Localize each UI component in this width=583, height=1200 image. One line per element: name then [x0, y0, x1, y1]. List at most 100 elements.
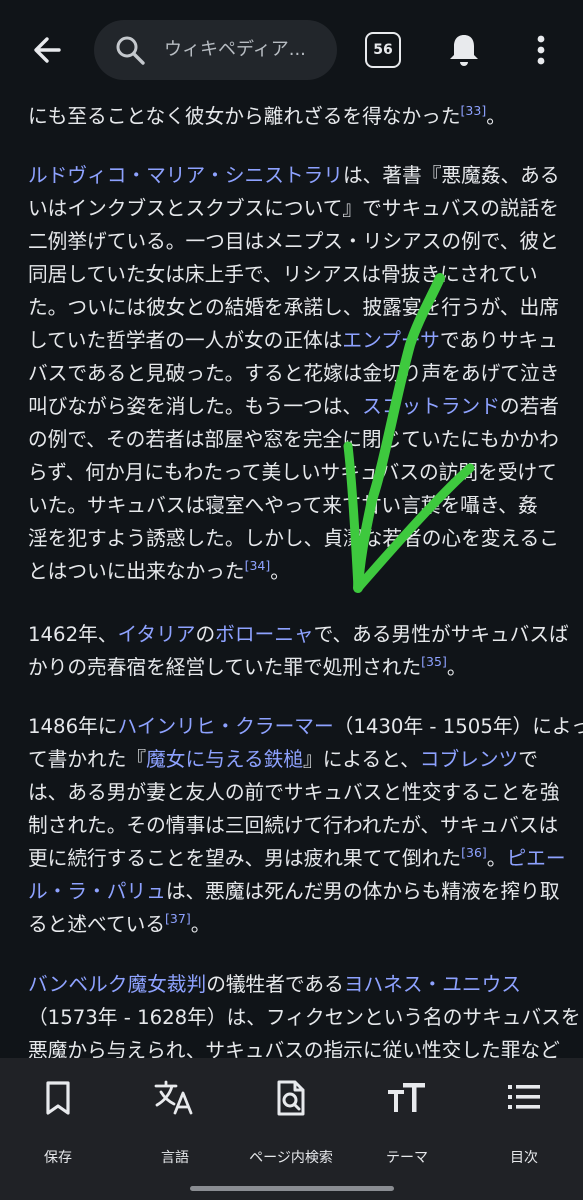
text-run: の犠牲者である	[206, 973, 344, 996]
reference-33-link[interactable]: [33]	[461, 103, 487, 118]
paragraph-bologna: 1462年、イタリアのボローニャで、ある男性がサキュバスば かりの売春宿を経営し…	[28, 618, 569, 684]
koblenz-link[interactable]: コブレンツ	[420, 748, 518, 771]
text-run: 更に続行することを望み、男は疲れ果てて倒れた	[28, 847, 462, 870]
pierre-de-la-palud-link[interactable]: ピエー	[506, 847, 565, 870]
text-run: でありサキュ	[439, 329, 558, 352]
text-run: とはついに出来なかった	[28, 560, 245, 583]
text-line: らず、何か月にもわたって美しいサキュバスの訪問を受けて	[28, 461, 557, 484]
find-in-page-label: ページ内検索	[249, 1150, 333, 1166]
search-icon	[116, 36, 145, 65]
text-run: ると述べている	[28, 913, 166, 936]
bottom-toolbar: 保存 言語 ページ内検索 テーマ 目次	[0, 1058, 583, 1200]
text-line: 1462年、イタリアのボローニャで、ある男性がサキュバスば	[28, 618, 569, 651]
reference-35-link[interactable]: [35]	[421, 654, 447, 669]
text-run: で、ある男性がサキュバスば	[313, 623, 569, 646]
bell-icon	[450, 35, 478, 66]
text-run: 叫びながら姿を消した。もう一つは、	[28, 395, 363, 418]
text-line: て書かれた『魔女に与える鉄槌』によると、コブレンツで	[28, 743, 554, 776]
text-line: ルドヴィコ・マリア・シニストラリは、著書『悪魔姦、ある	[28, 159, 560, 192]
text-run: の若者	[499, 395, 559, 418]
text-run: 。	[486, 847, 507, 870]
text-line: いた。サキュバスは寝室へやって来て甘い言葉を囁き、姦	[28, 494, 538, 517]
text-run: していた哲学者の一人が女の正体は	[28, 329, 343, 352]
search-placeholder: ウィキペディア...	[164, 39, 306, 60]
witch-trial-link[interactable]: 魔女裁判	[127, 973, 206, 996]
text-run: 1486年に	[28, 715, 118, 738]
text-run: は、著書『悪魔姦、ある	[343, 164, 560, 187]
bologna-link[interactable]: ボローニャ	[215, 623, 313, 646]
save-label: 保存	[44, 1150, 72, 1166]
text-line: 二例挙げている。一つ目はメニプス・リシアスの例で、彼と	[28, 230, 559, 253]
more-options-button[interactable]	[526, 30, 556, 70]
text-line: は、ある男が妻と友人の前でサキュバスと性交することを強	[28, 781, 560, 804]
more-vert-icon	[537, 35, 545, 65]
text-run: 。	[270, 560, 290, 583]
empusa-link[interactable]: エンプーサ	[342, 329, 439, 352]
text-run: て書かれた『	[28, 748, 147, 771]
search-bar[interactable]: ウィキペディア...	[94, 20, 337, 80]
text-line: 同居していた女は床上手で、リシアスは骨抜きにされてい	[28, 263, 538, 286]
text-line: た。ついには彼女との結婚を承諾し、披露宴を行うが、出席	[28, 296, 559, 319]
paragraph-junius: バンベルク魔女裁判の犠牲者であるヨハネス・ユニウス （1573年 - 1628年…	[28, 968, 581, 1060]
text-line: とはついに出来なかった[34]。	[28, 555, 554, 588]
text-line: 更に続行することを望み、男は疲れ果てて倒れた[36]。ピエー	[28, 842, 566, 875]
text-line: ると述べている[37]。	[28, 908, 554, 941]
text-line: 悪魔から与えられ、サキュバスの指示に従い性交した罪など	[28, 1039, 560, 1060]
find-in-page-button[interactable]: ページ内検索	[236, 1076, 346, 1176]
text-line: 制された。その情事は三回続けて行われたが、サキュバスは	[28, 814, 559, 837]
italy-link[interactable]: イタリア	[117, 623, 195, 646]
language-button[interactable]: 言語	[120, 1076, 230, 1176]
scotland-link[interactable]: スコットランド	[362, 395, 500, 418]
text-line: 1486年にハインリヒ・クラーマー（1430年 - 1505年）によっ	[28, 710, 583, 743]
text-run: 。	[486, 105, 506, 128]
text-run: で	[518, 748, 538, 771]
text-line: ル・ラ・パリュは、悪魔は死んだ男の体からも精液を搾り取	[28, 875, 560, 908]
kramer-link[interactable]: ハインリヒ・クラーマー	[117, 715, 333, 738]
text-run: は、悪魔は死んだ男の体からも精液を搾り取	[165, 880, 560, 903]
article-body[interactable]: にも至ることなく彼女から離れざるを得なかった[33]。 ルドヴィコ・マリア・シニ…	[0, 0, 583, 1060]
notifications-button[interactable]	[444, 30, 484, 70]
save-button[interactable]: 保存	[3, 1076, 113, 1176]
theme-label: テーマ	[386, 1150, 428, 1166]
text-run: の	[195, 623, 216, 646]
text-run: 。	[446, 656, 467, 679]
screen: にも至ることなく彼女から離れざるを得なかった[33]。 ルドヴィコ・マリア・シニ…	[0, 0, 583, 1200]
reference-34-link[interactable]: [34]	[245, 558, 271, 573]
language-label: 言語	[161, 1150, 189, 1166]
text-line: の例で、その若者は部屋や窓を完全に閉じていたにもかかわ	[28, 428, 559, 451]
home-indicator[interactable]	[190, 1186, 394, 1191]
malleus-link[interactable]: 魔女に与える鉄槌	[146, 748, 303, 771]
sinistrari-link[interactable]: ルドヴィコ・マリア・シニストラリ	[28, 164, 343, 187]
back-arrow-icon	[34, 37, 61, 63]
paragraph-kramer: 1486年にハインリヒ・クラーマー（1430年 - 1505年）によっ て書かれ…	[28, 710, 583, 941]
text-line: （1573年 - 1628年）は、フィクセンという名のサキュバスを	[28, 1006, 581, 1029]
reference-36-link[interactable]: [36]	[461, 845, 487, 860]
pierre-de-la-palud-link-cont[interactable]: ル・ラ・パリュ	[28, 880, 166, 903]
tabs-count-button[interactable]: 56	[365, 32, 401, 68]
johannes-junius-link[interactable]: ヨハネス・ユニウス	[344, 973, 521, 996]
text-line: 淫を犯すよう誘惑した。しかし、貞潔な若者の心を変えるこ	[28, 527, 559, 550]
toc-list-icon	[508, 1085, 540, 1109]
text-run: 。	[190, 913, 211, 936]
back-button[interactable]	[28, 30, 68, 70]
text-line: いはインクブスとスクブスについて』でサキュバスの説話を	[28, 197, 559, 220]
text-line: バスであると見破った。すると花嫁は金切り声をあげて泣き	[28, 362, 560, 385]
text-line: 叫びながら姿を消した。もう一つは、スコットランドの若者	[28, 390, 559, 423]
find-in-page-icon	[277, 1080, 305, 1116]
text-run: かりの売春宿を経営していた罪で処刑された	[28, 656, 422, 679]
text-line: していた哲学者の一人が女の正体はエンプーサでありサキュ	[28, 324, 558, 357]
bamberg-link[interactable]: バンベルク	[28, 973, 127, 996]
paragraph-intro: にも至ることなく彼女から離れざるを得なかった[33]。	[28, 100, 554, 133]
reference-37-link[interactable]: [37]	[165, 911, 191, 926]
paragraph-sinistrari: ルドヴィコ・マリア・シニストラリは、著書『悪魔姦、ある いはインクブスとスクブス…	[28, 159, 560, 588]
text-line: かりの売春宿を経営していた罪で処刑された[35]。	[28, 651, 554, 684]
bookmark-icon	[46, 1081, 70, 1115]
text-run: にも至ることなく彼女から離れざるを得なかった	[28, 105, 461, 128]
table-of-contents-button[interactable]: 目次	[469, 1076, 579, 1176]
top-app-bar: ウィキペディア... 56	[0, 0, 583, 104]
text-line: にも至ることなく彼女から離れざるを得なかった[33]。	[28, 100, 554, 133]
text-run: 1462年、	[28, 623, 118, 646]
text-run: （1430年 - 1505年）によっ	[333, 715, 583, 738]
theme-button[interactable]: テーマ	[352, 1076, 462, 1176]
text-line: バンベルク魔女裁判の犠牲者であるヨハネス・ユニウス	[28, 968, 554, 1001]
